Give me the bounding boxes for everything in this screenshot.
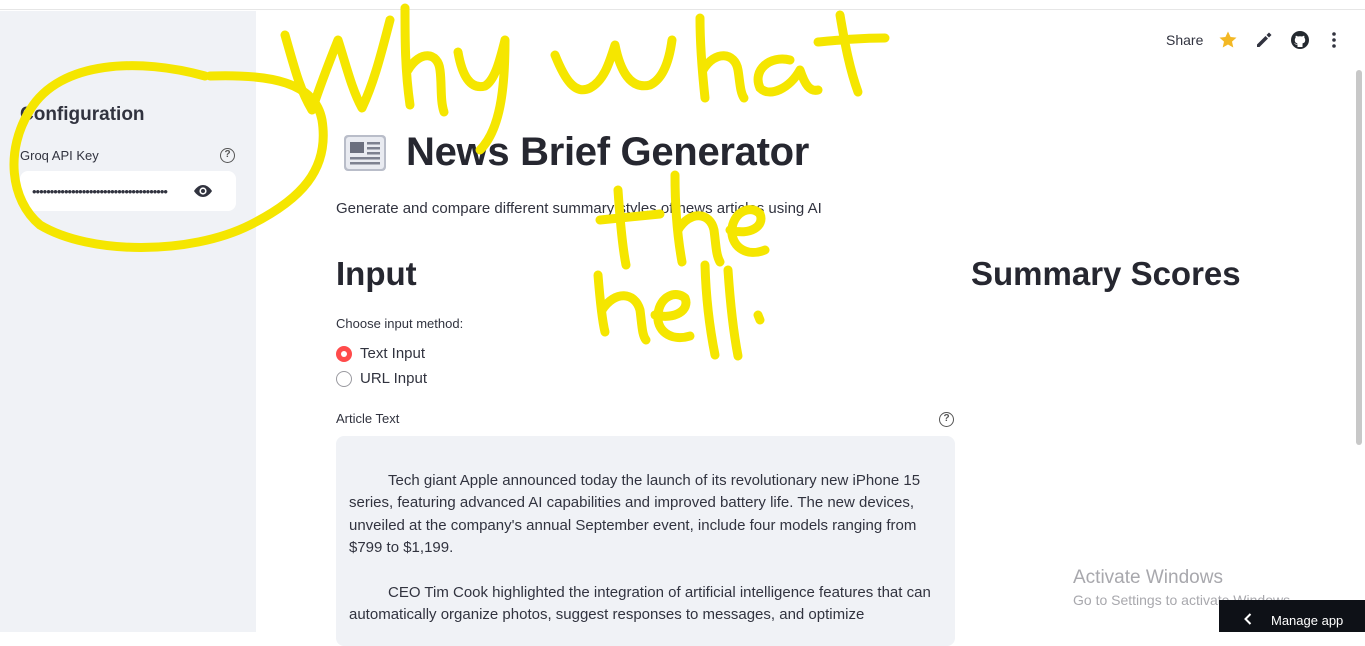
newspaper-icon xyxy=(342,133,388,178)
api-key-value[interactable]: •••••••••••••••••••••••••••••••••••••• xyxy=(32,184,182,199)
share-button[interactable]: Share xyxy=(1166,32,1203,48)
help-icon[interactable]: ? xyxy=(939,412,954,427)
github-icon[interactable] xyxy=(1290,30,1310,55)
radio-checked-indicator[interactable] xyxy=(336,346,352,362)
sidebar: Configuration Groq API Key ? •••••••••••… xyxy=(0,11,256,632)
scrollbar[interactable] xyxy=(1356,70,1362,445)
summary-scores-heading: Summary Scores xyxy=(971,255,1241,292)
more-vertical-icon[interactable] xyxy=(1326,31,1342,54)
radio-text-input[interactable]: Text Input xyxy=(336,344,556,366)
chevron-left-icon xyxy=(1243,612,1253,630)
manage-app-button[interactable]: Manage app xyxy=(1219,600,1365,632)
api-key-input[interactable]: •••••••••••••••••••••••••••••••••••••• xyxy=(20,171,236,211)
edit-icon[interactable] xyxy=(1255,31,1273,54)
star-icon[interactable] xyxy=(1218,30,1238,55)
radio-label[interactable]: URL Input xyxy=(360,370,427,387)
article-paragraph[interactable]: CEO Tim Cook highlighted the integration… xyxy=(349,582,939,627)
top-border xyxy=(0,0,1365,10)
eye-icon[interactable] xyxy=(192,183,214,204)
page-title: News Brief Generator xyxy=(406,130,810,174)
page-subtitle: Generate and compare different summary s… xyxy=(336,200,822,217)
radio-url-input[interactable]: URL Input xyxy=(336,369,556,391)
activate-windows-title: Activate Windows xyxy=(1073,567,1223,588)
manage-app-label: Manage app xyxy=(1271,613,1344,628)
radio-unchecked-indicator[interactable] xyxy=(336,371,352,387)
sidebar-title: Configuration xyxy=(20,104,145,125)
api-key-label: Groq API Key xyxy=(20,148,99,163)
radio-label[interactable]: Text Input xyxy=(360,345,425,362)
help-icon[interactable]: ? xyxy=(220,148,235,163)
article-textarea[interactable]: Tech giant Apple announced today the lau… xyxy=(336,436,955,646)
article-paragraph[interactable]: Tech giant Apple announced today the lau… xyxy=(349,470,939,559)
article-text-label: Article Text xyxy=(336,411,400,426)
input-method-label: Choose input method: xyxy=(336,316,464,331)
input-heading: Input xyxy=(336,255,417,292)
